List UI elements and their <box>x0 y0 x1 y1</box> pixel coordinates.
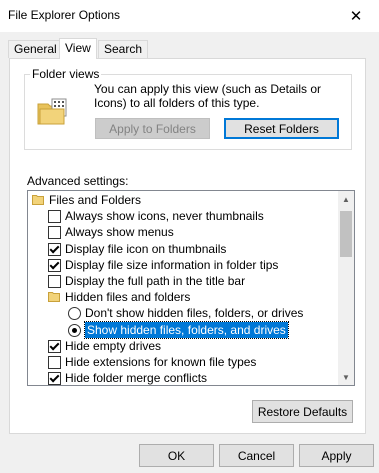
apply-button[interactable]: Apply <box>299 444 374 467</box>
cancel-button[interactable]: Cancel <box>219 444 294 467</box>
setting-label: Show hidden files, folders, and drives <box>84 320 289 339</box>
setting-label: Always show icons, never thumbnails <box>65 209 264 224</box>
checkbox[interactable] <box>48 356 61 369</box>
checkbox[interactable] <box>48 226 61 240</box>
setting-label: Hide empty drives <box>65 338 162 353</box>
apply-to-folders-button[interactable]: Apply to Folders <box>95 118 210 139</box>
tab-search[interactable]: Search <box>98 40 149 58</box>
title-bar: File Explorer Options ✕ <box>0 0 379 32</box>
folder-icon <box>48 292 60 303</box>
scroll-thumb[interactable] <box>340 211 352 257</box>
setting-label: Display the full path in the title bar <box>65 274 246 288</box>
tab-general[interactable]: General <box>8 40 63 58</box>
checkbox[interactable] <box>48 339 61 353</box>
restore-defaults-button[interactable]: Restore Defaults <box>252 400 353 423</box>
setting-label: Hide folder merge conflicts <box>65 371 208 386</box>
scroll-down-icon[interactable]: ▼ <box>338 369 354 385</box>
radio-button[interactable] <box>68 307 81 321</box>
reset-folders-button[interactable]: Reset Folders <box>224 118 339 139</box>
setting-label: Files and Folders <box>49 193 142 207</box>
tab-view[interactable]: View <box>59 38 97 59</box>
setting-label: Hide extensions for known file types <box>65 355 257 369</box>
folder-views-description: You can apply this view (such as Details… <box>94 82 322 110</box>
advanced-settings-label: Advanced settings: <box>27 174 129 188</box>
setting-label: Display file size information in folder … <box>65 257 279 272</box>
advanced-settings-tree[interactable]: Files and Folders Always show icons, neve… <box>27 190 355 386</box>
folder-icon <box>32 195 44 205</box>
checkbox[interactable] <box>48 210 61 224</box>
setting-label: Hidden files and folders <box>65 290 191 305</box>
ok-button[interactable]: OK <box>139 444 214 467</box>
checkbox[interactable] <box>48 372 61 385</box>
radio-button[interactable] <box>68 323 81 337</box>
setting-label: Display file icon on thumbnails <box>65 241 227 256</box>
setting-label: Always show menus <box>65 225 174 240</box>
close-icon[interactable]: ✕ <box>333 0 379 31</box>
folder-views-label: Folder views <box>30 67 102 81</box>
window-title: File Explorer Options <box>8 8 121 22</box>
checkbox[interactable] <box>48 275 61 288</box>
vertical-scrollbar[interactable]: ▲ ▼ <box>338 191 354 385</box>
checkbox[interactable] <box>48 258 61 272</box>
scroll-up-icon[interactable]: ▲ <box>338 191 354 207</box>
folder-icon <box>37 98 67 125</box>
checkbox[interactable] <box>48 242 61 256</box>
setting-label: Don't show hidden files, folders, or dri… <box>85 306 304 321</box>
